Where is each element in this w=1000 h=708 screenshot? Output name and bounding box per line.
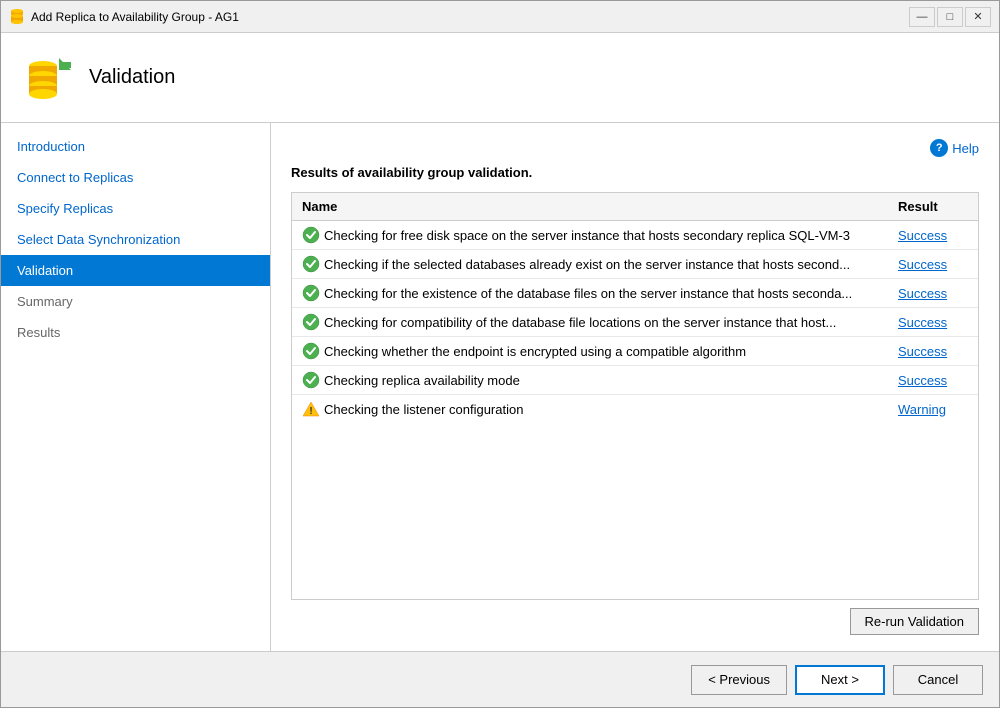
wizard-header: Validation <box>1 33 999 123</box>
minimize-button[interactable]: — <box>909 7 935 27</box>
result-cell-4[interactable]: Success <box>888 337 978 366</box>
col-name: Name <box>292 193 888 221</box>
result-cell-3[interactable]: Success <box>888 308 978 337</box>
name-cell-5: Checking replica availability mode <box>292 366 888 395</box>
help-link[interactable]: ? Help <box>930 139 979 157</box>
svg-text:!: ! <box>309 406 312 417</box>
row-name-text: Checking whether the endpoint is encrypt… <box>324 344 746 359</box>
col-result: Result <box>888 193 978 221</box>
row-name-text: Checking replica availability mode <box>324 373 520 388</box>
name-cell-2: Checking for the existence of the databa… <box>292 279 888 308</box>
result-cell-0[interactable]: Success <box>888 221 978 250</box>
name-cell-3: Checking for compatibility of the databa… <box>292 308 888 337</box>
row-name-text: Checking for compatibility of the databa… <box>324 315 836 330</box>
cancel-button[interactable]: Cancel <box>893 665 983 695</box>
success-result-link[interactable]: Success <box>898 228 947 243</box>
warning-icon: ! <box>302 400 320 418</box>
main-window: Add Replica to Availability Group - AG1 … <box>0 0 1000 708</box>
content-area: IntroductionConnect to ReplicasSpecify R… <box>1 123 999 651</box>
header-icon <box>21 52 73 104</box>
table-row: Checking replica availability mode Succes… <box>292 366 978 395</box>
rerun-validation-button[interactable]: Re-run Validation <box>850 608 979 635</box>
table-row: ! Checking the listener configuration War… <box>292 395 978 424</box>
window-icon <box>9 9 25 25</box>
table-header-row: Name Result <box>292 193 978 221</box>
name-cell-1: Checking if the selected databases alrea… <box>292 250 888 279</box>
result-cell-2[interactable]: Success <box>888 279 978 308</box>
table-row: Checking if the selected databases alrea… <box>292 250 978 279</box>
success-result-link[interactable]: Success <box>898 373 947 388</box>
help-label: Help <box>952 141 979 156</box>
success-result-link[interactable]: Success <box>898 257 947 272</box>
name-cell-6: ! Checking the listener configuration <box>292 395 888 424</box>
table-row: Checking for free disk space on the serv… <box>292 221 978 250</box>
window-title: Add Replica to Availability Group - AG1 <box>31 10 909 24</box>
next-button[interactable]: Next > <box>795 665 885 695</box>
success-icon <box>302 371 320 389</box>
success-icon <box>302 226 320 244</box>
sidebar-item-select-data-sync[interactable]: Select Data Synchronization <box>1 224 270 255</box>
validation-table: Name Result Checking for free disk space… <box>292 193 978 423</box>
success-result-link[interactable]: Success <box>898 344 947 359</box>
table-row: Checking for the existence of the databa… <box>292 279 978 308</box>
title-bar: Add Replica to Availability Group - AG1 … <box>1 1 999 33</box>
window-controls: — □ ✕ <box>909 7 991 27</box>
help-icon: ? <box>930 139 948 157</box>
sidebar-item-connect-to-replicas[interactable]: Connect to Replicas <box>1 162 270 193</box>
row-name-text: Checking for the existence of the databa… <box>324 286 852 301</box>
validation-table-wrapper: Name Result Checking for free disk space… <box>291 192 979 600</box>
result-cell-1[interactable]: Success <box>888 250 978 279</box>
success-result-link[interactable]: Success <box>898 286 947 301</box>
success-result-link[interactable]: Success <box>898 315 947 330</box>
sidebar-item-introduction[interactable]: Introduction <box>1 131 270 162</box>
table-row: Checking whether the endpoint is encrypt… <box>292 337 978 366</box>
footer: < Previous Next > Cancel <box>1 651 999 707</box>
table-body: Checking for free disk space on the serv… <box>292 221 978 424</box>
row-name-text: Checking if the selected databases alrea… <box>324 257 850 272</box>
name-cell-4: Checking whether the endpoint is encrypt… <box>292 337 888 366</box>
name-cell-0: Checking for free disk space on the serv… <box>292 221 888 250</box>
success-icon <box>302 313 320 331</box>
sidebar-item-results: Results <box>1 317 270 348</box>
wizard-title: Validation <box>89 66 175 89</box>
result-cell-5[interactable]: Success <box>888 366 978 395</box>
close-button[interactable]: ✕ <box>965 7 991 27</box>
rerun-row: Re-run Validation <box>291 600 979 635</box>
table-row: Checking for compatibility of the databa… <box>292 308 978 337</box>
success-icon <box>302 284 320 302</box>
sidebar: IntroductionConnect to ReplicasSpecify R… <box>1 123 271 651</box>
success-icon <box>302 342 320 360</box>
previous-button[interactable]: < Previous <box>691 665 787 695</box>
bottom-area: Re-run Validation <box>291 600 979 635</box>
row-name-text: Checking the listener configuration <box>324 402 523 417</box>
help-row: ? Help <box>291 139 979 157</box>
success-icon <box>302 255 320 273</box>
warning-result-link[interactable]: Warning <box>898 402 946 417</box>
row-name-text: Checking for free disk space on the serv… <box>324 228 850 243</box>
sidebar-item-summary: Summary <box>1 286 270 317</box>
section-title: Results of availability group validation… <box>291 165 979 180</box>
sidebar-item-specify-replicas[interactable]: Specify Replicas <box>1 193 270 224</box>
main-panel: ? Help Results of availability group val… <box>271 123 999 651</box>
result-cell-6[interactable]: Warning <box>888 395 978 424</box>
maximize-button[interactable]: □ <box>937 7 963 27</box>
sidebar-item-validation[interactable]: Validation <box>1 255 270 286</box>
